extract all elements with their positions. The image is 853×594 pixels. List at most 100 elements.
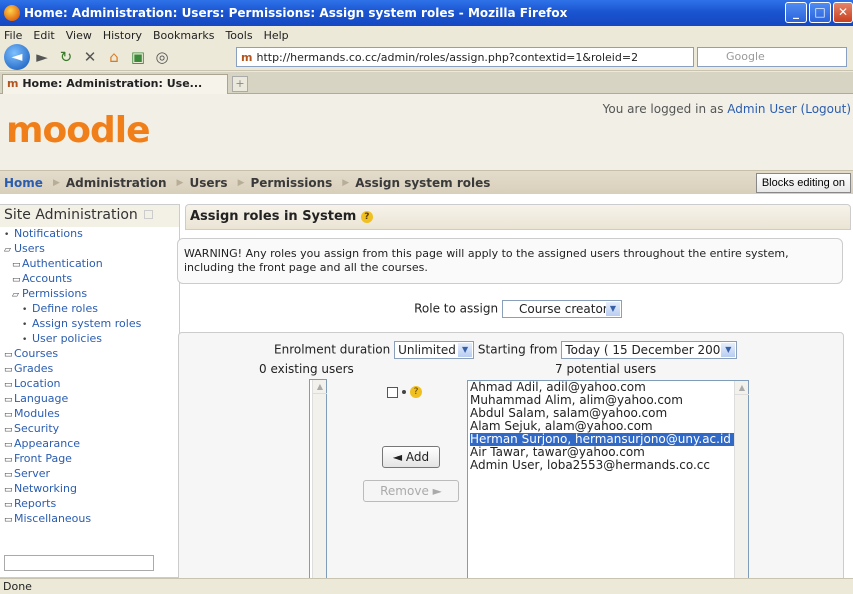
hidden-checkbox[interactable] [387, 386, 398, 398]
home-icon[interactable]: ⌂ [102, 46, 126, 68]
sidebar-item-server[interactable]: Server [14, 467, 50, 480]
role-select-row: Role to assign Course creator ▼ [185, 300, 851, 318]
folder-icon: ▭ [4, 380, 13, 390]
new-tab-button[interactable]: + [232, 76, 248, 92]
help-icon[interactable]: ? [410, 386, 422, 398]
collapse-icon[interactable] [143, 210, 153, 219]
enrol-duration-select[interactable]: Unlimited ▼ [394, 341, 475, 359]
enrolment-row: Enrolment duration Unlimited ▼ Starting f… [274, 341, 738, 359]
admin-search-input[interactable] [4, 555, 154, 571]
sidebar-item-permissions[interactable]: Permissions [22, 287, 87, 300]
logout-link[interactable]: (Logout) [801, 102, 851, 116]
start-label: Starting from [477, 342, 558, 357]
breadcrumb-current: Assign system roles [355, 175, 491, 190]
potential-users-options: Ahmad Adil, adil@yahoo.com Muhammad Alim… [468, 381, 748, 472]
page-content: moodle You are logged in as Admin User (… [0, 94, 853, 578]
page-title: Assign roles in System ? [185, 204, 851, 230]
bookmark-add-icon[interactable]: ▣ [126, 46, 150, 68]
history-icon[interactable]: ◎ [150, 46, 174, 68]
folder-icon: ▭ [12, 260, 21, 270]
breadcrumb-users[interactable]: Users [189, 176, 227, 190]
menu-tools[interactable]: Tools [225, 29, 252, 42]
folder-icon: ▭ [4, 350, 13, 360]
reload-icon[interactable]: ↻ [54, 46, 78, 68]
sidebar-item-notifications[interactable]: Notifications [14, 227, 83, 240]
potential-scrollbar[interactable]: ▲ [734, 381, 749, 578]
menu-edit[interactable]: Edit [33, 29, 54, 42]
url-bar[interactable]: m http://hermands.co.cc/admin/roles/assi… [236, 47, 694, 67]
moodle-logo[interactable]: moodle [6, 110, 151, 151]
maximize-button[interactable]: □ [809, 2, 831, 23]
menu-view[interactable]: View [66, 29, 92, 42]
enrol-label: Enrolment duration [274, 342, 391, 357]
breadcrumb-permissions[interactable]: Permissions [250, 176, 332, 190]
folder-icon: ▭ [4, 365, 13, 375]
sidebar-item-language[interactable]: Language [14, 392, 68, 405]
sidebar-item-courses[interactable]: Courses [14, 347, 58, 360]
forward-icon[interactable]: ► [30, 46, 54, 68]
start-date-select[interactable]: Today ( 15 December 2009) ▼ [561, 341, 738, 359]
blocks-editing-button[interactable]: Blocks editing on [755, 173, 851, 193]
sidebar-title: Site Administration [0, 205, 179, 227]
chevron-down-icon: ▼ [721, 343, 736, 357]
sidebar-item-users[interactable]: Users [14, 242, 45, 255]
tab-strip: m Home: Administration: Use... + [0, 72, 853, 94]
folder-icon: ▭ [4, 440, 13, 450]
list-item[interactable]: Admin User, loba2553@hermands.co.cc [470, 459, 748, 472]
search-input[interactable]: Google [697, 47, 847, 67]
remove-button[interactable]: Remove ► [363, 480, 459, 502]
add-button[interactable]: ◄ Add [382, 446, 440, 468]
potential-users-label: 7 potential users [555, 362, 657, 376]
existing-users-list[interactable]: ▲ [309, 379, 327, 578]
folder-icon: ▭ [4, 470, 13, 480]
url-text: http://hermands.co.cc/admin/roles/assign… [256, 50, 639, 64]
sidebar-item-define-roles[interactable]: Define roles [32, 302, 98, 315]
sidebar-item-miscellaneous[interactable]: Miscellaneous [14, 512, 91, 525]
folder-icon: ▭ [4, 410, 13, 420]
folder-icon: ▭ [4, 515, 13, 525]
warning-box: WARNING! Any roles you assign from this … [177, 238, 843, 284]
back-icon[interactable]: ◄ [4, 44, 30, 70]
login-info: You are logged in as Admin User (Logout) [602, 102, 851, 116]
hidden-assignment-row: ? [387, 386, 422, 398]
sidebar-item-accounts[interactable]: Accounts [22, 272, 72, 285]
tab-active[interactable]: m Home: Administration: Use... [2, 74, 228, 94]
menu-file[interactable]: File [4, 29, 22, 42]
existing-scrollbar[interactable]: ▲ [312, 380, 327, 578]
chevron-down-icon: ▼ [458, 343, 473, 357]
menu-bar: File Edit View History Bookmarks Tools H… [0, 26, 853, 44]
potential-users-list[interactable]: Ahmad Adil, adil@yahoo.com Muhammad Alim… [467, 380, 749, 578]
sidebar-item-networking[interactable]: Networking [14, 482, 77, 495]
breadcrumb-home[interactable]: Home [4, 176, 43, 190]
sidebar-item-reports[interactable]: Reports [14, 497, 56, 510]
folder-icon: ▭ [4, 500, 13, 510]
sidebar-item-grades[interactable]: Grades [14, 362, 53, 375]
site-favicon: m [241, 50, 253, 64]
folder-icon: ▭ [4, 455, 13, 465]
existing-users-label: 0 existing users [259, 362, 354, 376]
sidebar-item-location[interactable]: Location [14, 377, 61, 390]
sidebar-item-appearance[interactable]: Appearance [14, 437, 80, 450]
main-content: Assign roles in System ? WARNING! Any ro… [177, 204, 851, 578]
minimize-button[interactable]: _ [785, 2, 807, 23]
sidebar-item-security[interactable]: Security [14, 422, 59, 435]
folder-open-icon: ▱ [12, 290, 19, 300]
status-bar: Done [0, 578, 853, 594]
sidebar-item-authentication[interactable]: Authentication [22, 257, 103, 270]
sidebar-item-user-policies[interactable]: User policies [32, 332, 102, 345]
navigation-toolbar: ◄ ► ↻ ✕ ⌂ ▣ ◎ m http://hermands.co.cc/ad… [0, 44, 853, 71]
stop-icon[interactable]: ✕ [78, 46, 102, 68]
window-titlebar: Home: Administration: Users: Permissions… [0, 0, 853, 26]
menu-bookmarks[interactable]: Bookmarks [153, 29, 214, 42]
folder-open-icon: ▱ [4, 245, 11, 255]
help-icon[interactable]: ? [360, 210, 373, 223]
role-select[interactable]: Course creator ▼ [501, 300, 622, 318]
user-link[interactable]: Admin User [727, 102, 796, 116]
menu-history[interactable]: History [103, 29, 142, 42]
sidebar-item-assign-system-roles[interactable]: Assign system roles [32, 317, 141, 330]
menu-help[interactable]: Help [264, 29, 289, 42]
breadcrumb-administration[interactable]: Administration [66, 176, 167, 190]
close-button[interactable]: ✕ [833, 2, 853, 23]
sidebar-item-modules[interactable]: Modules [14, 407, 60, 420]
sidebar-item-front-page[interactable]: Front Page [14, 452, 72, 465]
